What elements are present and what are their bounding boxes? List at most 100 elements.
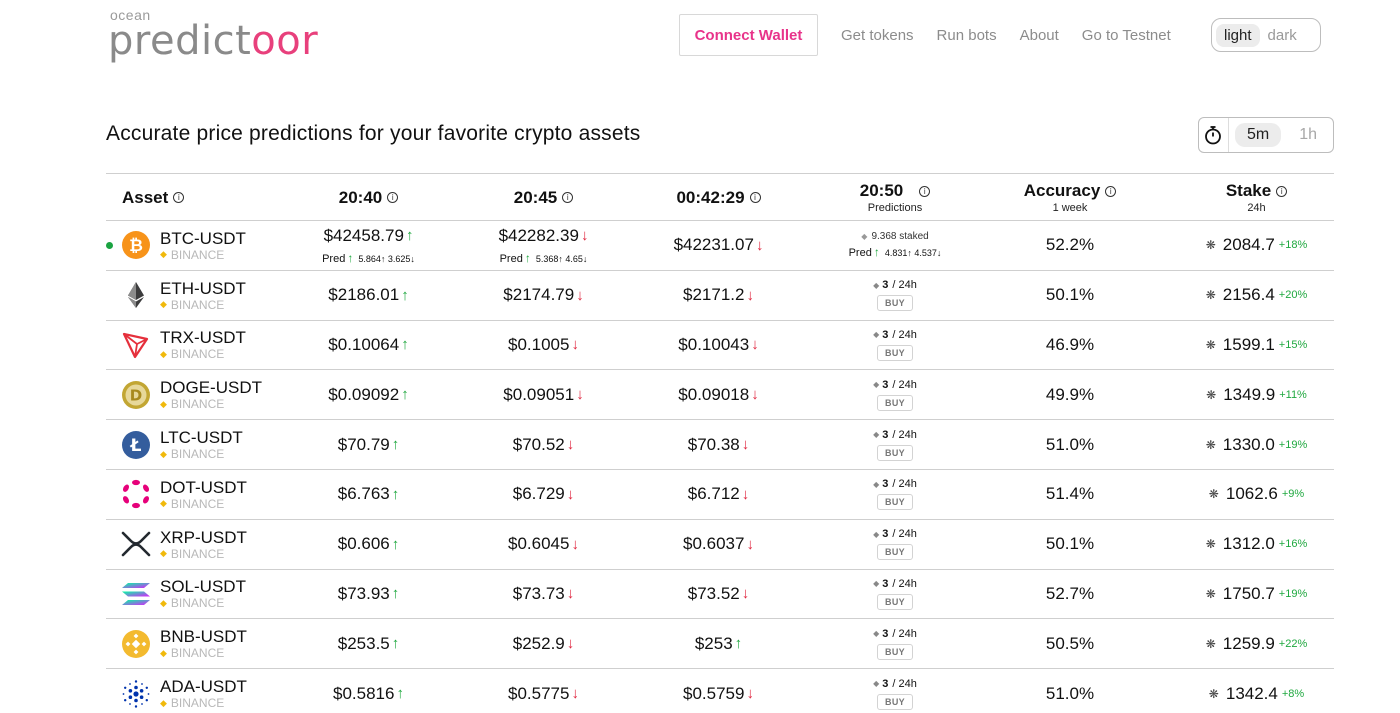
ocean-token-icon: ◆: [873, 679, 880, 689]
table-row[interactable]: DOT-USDT ◆ BINANCE $6.763 ↑ $6.729 ↓ $6.712…: [106, 470, 1334, 520]
ocean-token-icon: ❋: [1208, 686, 1219, 701]
table-row[interactable]: ETH-USDT ◆ BINANCE $2186.01 ↑ $2174.79 ↓ $2…: [106, 271, 1334, 321]
svg-text:₿: ₿: [129, 236, 143, 256]
page-title: Accurate price predictions for your favo…: [106, 122, 641, 145]
prediction-cell: ◆ 9.368 staked Pred ↑ 4.831↑ 4.537↓: [848, 231, 942, 260]
asset-exchange: ◆ BINANCE: [160, 397, 225, 412]
table-row[interactable]: ₿ BTC-USDT ◆ BINANCE $42458.79 ↑ Pred ↑ 5.86…: [106, 221, 1334, 271]
table-row[interactable]: TRX-USDT ◆ BINANCE $0.10064 ↑ $0.1005 ↓ $0.…: [106, 321, 1334, 371]
accuracy-cell: 50.5%: [1045, 633, 1095, 653]
buy-button[interactable]: BUY: [877, 394, 913, 411]
table-row[interactable]: D DOGE-USDT ◆ BINANCE $0.09092 ↑ $0.09051 ↓…: [106, 370, 1334, 421]
ocean-token-icon: ❋: [1205, 636, 1216, 651]
theme-dark-option[interactable]: dark: [1260, 24, 1305, 47]
arrow-down-icon: ↓: [746, 286, 754, 304]
col-predictions: 20:50 i Predictions: [836, 174, 954, 221]
prediction-cell: ◆ 3/ 24h BUY: [836, 420, 954, 469]
logo-main-text: predictoor: [108, 18, 319, 64]
table-row[interactable]: SOL-USDT ◆ BINANCE $73.93 ↑ $73.73 ↓ $73.52…: [106, 570, 1334, 620]
nav-go-to-testnet[interactable]: Go to Testnet: [1082, 27, 1171, 44]
buy-button[interactable]: BUY: [877, 344, 913, 361]
arrow-down-icon: ↓: [576, 386, 584, 404]
stake-cell: ❋ 1062.6 +9%: [1208, 484, 1305, 504]
buy-button[interactable]: BUY: [877, 444, 913, 461]
ocean-token-icon: ◆: [873, 529, 880, 539]
stake-cell: ❋ 2084.7 +18%: [1205, 235, 1308, 255]
interval-selector: 5m 1h: [1198, 117, 1334, 153]
logo[interactable]: ocean predictoor: [108, 8, 319, 64]
info-icon[interactable]: i: [1276, 185, 1288, 197]
asset-cell: SOL-USDT ◆ BINANCE: [106, 570, 306, 619]
buy-button[interactable]: BUY: [877, 643, 913, 660]
arrow-up-icon: ↑: [391, 635, 400, 653]
info-icon[interactable]: i: [562, 192, 574, 203]
asset-exchange: ◆ BINANCE: [160, 347, 225, 362]
binance-icon: ◆: [160, 498, 167, 509]
arrow-down-icon: ↓: [571, 336, 579, 354]
asset-pair: TRX-USDT: [160, 328, 246, 348]
asset-cell: ETH-USDT ◆ BINANCE: [106, 271, 306, 320]
interval-5m-option[interactable]: 5m: [1234, 123, 1282, 147]
stake-cell: ❋ 1259.9 +22%: [1205, 633, 1308, 653]
arrow-down-icon: ↓: [566, 585, 575, 603]
col-countdown: 00:42:29 i: [656, 174, 781, 221]
buy-button[interactable]: BUY: [877, 593, 913, 610]
price-cell: $42231.07 ↓: [673, 235, 764, 255]
ethereum-icon: [120, 279, 152, 311]
ocean-token-icon: ◆: [873, 479, 880, 489]
info-icon[interactable]: i: [173, 192, 185, 203]
ocean-token-icon: ◆: [873, 629, 880, 639]
connect-wallet-button[interactable]: Connect Wallet: [679, 14, 818, 56]
info-icon[interactable]: i: [749, 192, 761, 203]
asset-cell: ₿ BTC-USDT ◆ BINANCE: [106, 221, 306, 270]
asset-exchange: ◆ BINANCE: [160, 447, 225, 462]
table-row[interactable]: Ł LTC-USDT ◆ BINANCE $70.79 ↑ $70.52 ↓ $70.…: [106, 420, 1334, 470]
top-nav: Connect Wallet Get tokens Run bots About…: [679, 14, 1171, 56]
col-stake: Stake i 24h: [1179, 174, 1334, 221]
col-time-1: 20:40 i: [306, 174, 431, 221]
binance-icon: ◆: [160, 398, 167, 409]
col-accuracy: Accuracy i 1 week: [1018, 174, 1122, 221]
prediction-cell: ◆ 3/ 24h BUY: [836, 619, 954, 668]
table-row[interactable]: BNB-USDT ◆ BINANCE $253.5 ↑ $252.9 ↓ $253 ↑ …: [106, 619, 1334, 670]
asset-pair: ADA-USDT: [160, 677, 247, 697]
binance-icon: ◆: [160, 299, 167, 310]
ocean-token-icon: ❋: [1205, 288, 1216, 303]
binance-icon: ◆: [160, 697, 167, 708]
interval-1h-option[interactable]: 1h: [1287, 123, 1329, 147]
asset-pair: DOGE-USDT: [160, 378, 262, 398]
arrow-up-icon: ↑: [391, 436, 400, 454]
table-row[interactable]: XRP-USDT ◆ BINANCE $0.606 ↑ $0.6045 ↓ $0.60…: [106, 520, 1334, 570]
arrow-up-icon: ↑: [401, 286, 409, 304]
info-icon[interactable]: i: [919, 185, 931, 197]
arrow-up-icon: ↑: [401, 336, 409, 354]
info-icon[interactable]: i: [1105, 185, 1117, 197]
theme-toggle: light dark: [1211, 18, 1321, 52]
nav-run-bots[interactable]: Run bots: [937, 27, 997, 44]
nav-about[interactable]: About: [1020, 27, 1059, 44]
arrow-down-icon: ↓: [751, 336, 759, 354]
polkadot-icon: [120, 478, 152, 510]
table-row[interactable]: ADA-USDT ◆ BINANCE $0.5816 ↑ $0.5775 ↓ $0.5…: [106, 669, 1334, 713]
arrow-down-icon: ↓: [566, 635, 575, 653]
ocean-token-icon: ◆: [873, 280, 880, 290]
info-icon[interactable]: i: [387, 192, 399, 203]
asset-pair: ETH-USDT: [160, 278, 246, 298]
asset-pair: DOT-USDT: [160, 477, 247, 497]
buy-button[interactable]: BUY: [877, 494, 913, 511]
arrow-up-icon: ↑: [391, 585, 400, 603]
buy-button[interactable]: BUY: [877, 693, 913, 710]
nav-get-tokens[interactable]: Get tokens: [841, 27, 914, 44]
binance-icon: ◆: [160, 249, 167, 260]
asset-pair: BTC-USDT: [160, 228, 246, 248]
prediction-cell: ◆ 3/ 24h BUY: [836, 570, 954, 619]
accuracy-cell: 52.7%: [1045, 583, 1095, 603]
table-header: Asset i 20:40 i 20:45 i 00:42:29 i 20:50 i Pr…: [106, 174, 1334, 221]
arrow-up-icon: ↑: [391, 535, 400, 553]
prediction-cell: ◆ 3/ 24h BUY: [836, 321, 954, 370]
bitcoin-icon: ₿: [120, 229, 152, 261]
theme-light-option[interactable]: light: [1216, 23, 1260, 47]
buy-button[interactable]: BUY: [877, 544, 913, 561]
buy-button[interactable]: BUY: [877, 295, 913, 312]
ocean-token-icon: ❋: [1205, 586, 1216, 601]
